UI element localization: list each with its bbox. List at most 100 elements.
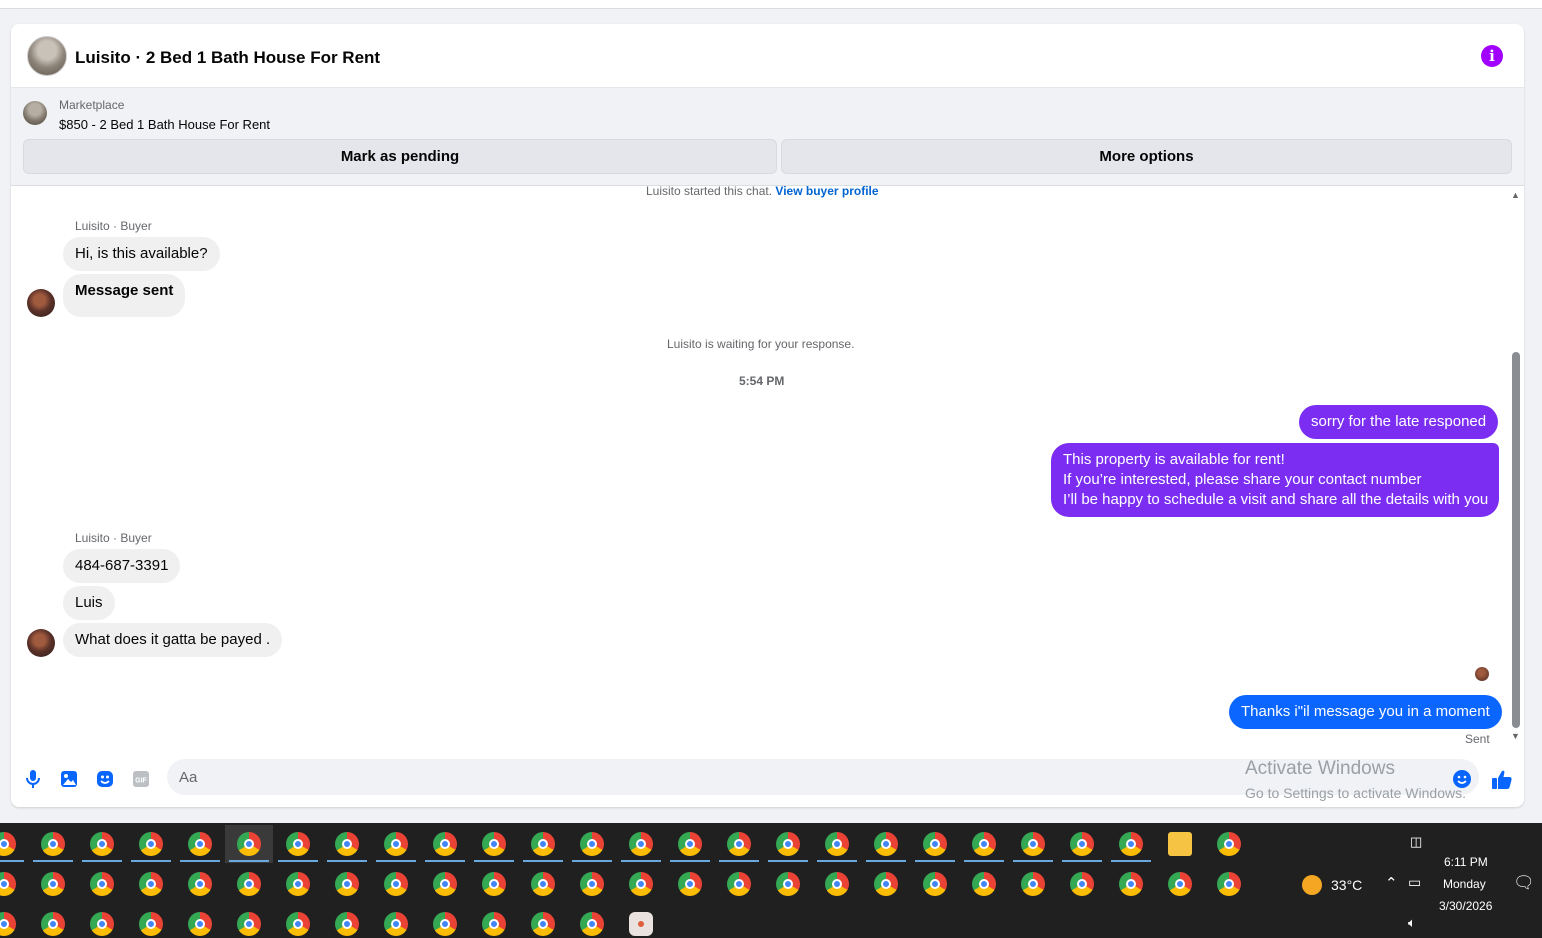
outgoing-message[interactable]: Thanks i"il message you in a moment <box>1229 695 1502 729</box>
browser-taskbar-icon[interactable] <box>433 912 457 936</box>
browser-taskbar-icon[interactable] <box>531 912 555 936</box>
browser-taskbar-icon[interactable] <box>286 832 310 856</box>
emoji-icon[interactable] <box>1451 768 1473 790</box>
more-options-button[interactable]: More options <box>781 139 1512 174</box>
browser-taskbar-icon[interactable] <box>629 872 653 896</box>
browser-taskbar-icon[interactable] <box>188 832 212 856</box>
browser-taskbar-icon[interactable] <box>1119 872 1143 896</box>
browser-taskbar-icon[interactable] <box>41 832 65 856</box>
browser-taskbar-icon[interactable] <box>41 912 65 936</box>
conversation-title[interactable]: Luisito · 2 Bed 1 Bath House For Rent <box>75 48 380 68</box>
incoming-message[interactable]: Luis <box>63 586 115 620</box>
file-explorer-icon[interactable] <box>1168 832 1192 856</box>
scrollbar-thumb[interactable] <box>1512 352 1520 728</box>
listing-thumbnail[interactable] <box>23 101 47 125</box>
volume-icon[interactable]: 🔈︎ <box>1408 915 1416 931</box>
browser-taskbar-icon[interactable] <box>335 832 359 856</box>
meet-now-icon[interactable]: ◫ <box>1410 834 1422 850</box>
paint-app-icon[interactable] <box>629 912 653 936</box>
browser-taskbar-icon[interactable] <box>580 832 604 856</box>
browser-taskbar-icon[interactable] <box>874 832 898 856</box>
browser-taskbar-icon[interactable] <box>335 912 359 936</box>
message-input[interactable] <box>167 759 1479 795</box>
browser-taskbar-icon[interactable] <box>825 872 849 896</box>
browser-taskbar-icon[interactable] <box>482 832 506 856</box>
browser-taskbar-icon[interactable] <box>384 872 408 896</box>
browser-taskbar-icon[interactable] <box>237 872 261 896</box>
browser-taskbar-icon[interactable] <box>1168 872 1192 896</box>
browser-taskbar-icon[interactable] <box>678 832 702 856</box>
browser-taskbar-icon[interactable] <box>1070 872 1094 896</box>
browser-taskbar-icon[interactable] <box>139 872 163 896</box>
browser-taskbar-icon[interactable] <box>433 872 457 896</box>
browser-taskbar-icon[interactable] <box>384 832 408 856</box>
incoming-message[interactable]: 484-687-3391 <box>63 549 181 583</box>
network-icon[interactable]: ▭ <box>1408 874 1421 891</box>
browser-taskbar-icon[interactable] <box>776 872 800 896</box>
browser-taskbar-icon[interactable] <box>237 832 261 856</box>
buyer-avatar[interactable] <box>27 289 55 317</box>
buyer-avatar[interactable] <box>27 629 55 657</box>
browser-taskbar-icon[interactable] <box>580 872 604 896</box>
browser-taskbar-icon[interactable] <box>41 872 65 896</box>
browser-taskbar-icon[interactable] <box>482 912 506 936</box>
browser-taskbar-icon[interactable] <box>1217 872 1241 896</box>
chat-scrollbar[interactable]: ▲ ▼ <box>1509 186 1523 759</box>
browser-taskbar-icon[interactable] <box>0 912 16 936</box>
scroll-up-arrow-icon[interactable]: ▲ <box>1511 190 1520 200</box>
browser-taskbar-icon[interactable] <box>286 872 310 896</box>
weather-temperature[interactable]: 33°C <box>1331 877 1362 893</box>
mark-as-pending-button[interactable]: Mark as pending <box>23 139 777 174</box>
browser-taskbar-icon[interactable] <box>1217 832 1241 856</box>
browser-taskbar-icon[interactable] <box>384 912 408 936</box>
clock-time[interactable]: 6:11 PM <box>1444 855 1488 869</box>
incoming-message[interactable]: What does it gatta be payed . <box>63 623 283 657</box>
browser-taskbar-icon[interactable] <box>90 832 114 856</box>
browser-taskbar-icon[interactable] <box>727 872 751 896</box>
browser-taskbar-icon[interactable] <box>972 832 996 856</box>
browser-taskbar-icon[interactable] <box>923 872 947 896</box>
gif-icon[interactable]: GIF <box>130 768 152 790</box>
thumbs-up-icon[interactable] <box>1490 768 1514 790</box>
incoming-message[interactable]: Message sent <box>63 274 186 317</box>
browser-taskbar-icon[interactable] <box>188 872 212 896</box>
listing-price-title[interactable]: $850 - 2 Bed 1 Bath House For Rent <box>59 117 270 132</box>
browser-taskbar-icon[interactable] <box>0 872 16 896</box>
browser-taskbar-icon[interactable] <box>825 832 849 856</box>
browser-taskbar-icon[interactable] <box>433 832 457 856</box>
browser-taskbar-icon[interactable] <box>727 832 751 856</box>
clock-date[interactable]: 3/30/2026 <box>1439 899 1492 913</box>
tray-chevron-up-icon[interactable]: ⌃ <box>1385 874 1398 892</box>
browser-taskbar-icon[interactable] <box>188 912 212 936</box>
browser-taskbar-icon[interactable] <box>90 912 114 936</box>
browser-taskbar-icon[interactable] <box>1021 832 1045 856</box>
outgoing-message[interactable]: sorry for the late responed <box>1299 405 1499 439</box>
browser-taskbar-icon[interactable] <box>1021 872 1045 896</box>
incoming-message[interactable]: Hi, is this available? <box>63 237 220 271</box>
browser-taskbar-icon[interactable] <box>237 912 261 936</box>
notification-icon[interactable]: 🗨︎ <box>1513 873 1535 893</box>
listing-avatar[interactable] <box>27 36 67 76</box>
browser-taskbar-icon[interactable] <box>90 872 114 896</box>
browser-taskbar-icon[interactable] <box>580 912 604 936</box>
browser-taskbar-icon[interactable] <box>139 832 163 856</box>
message-thread[interactable]: Luisito started this chat. View buyer pr… <box>11 184 1524 759</box>
photo-icon[interactable] <box>58 768 80 790</box>
microphone-icon[interactable] <box>22 768 44 790</box>
outgoing-message-multiline[interactable]: This property is available for rent! If … <box>1051 443 1499 517</box>
browser-taskbar-icon[interactable] <box>776 832 800 856</box>
browser-taskbar-icon[interactable] <box>482 872 506 896</box>
browser-taskbar-icon[interactable] <box>286 912 310 936</box>
browser-taskbar-icon[interactable] <box>972 872 996 896</box>
sticker-icon[interactable] <box>94 768 116 790</box>
info-icon[interactable]: i <box>1481 45 1503 67</box>
browser-taskbar-icon[interactable] <box>531 832 555 856</box>
browser-taskbar-icon[interactable] <box>874 872 898 896</box>
browser-taskbar-icon[interactable] <box>335 872 359 896</box>
browser-taskbar-icon[interactable] <box>629 832 653 856</box>
browser-taskbar-icon[interactable] <box>678 872 702 896</box>
browser-taskbar-icon[interactable] <box>1119 832 1143 856</box>
browser-taskbar-icon[interactable] <box>0 832 16 856</box>
scroll-down-arrow-icon[interactable]: ▼ <box>1511 731 1520 741</box>
browser-taskbar-icon[interactable] <box>531 872 555 896</box>
